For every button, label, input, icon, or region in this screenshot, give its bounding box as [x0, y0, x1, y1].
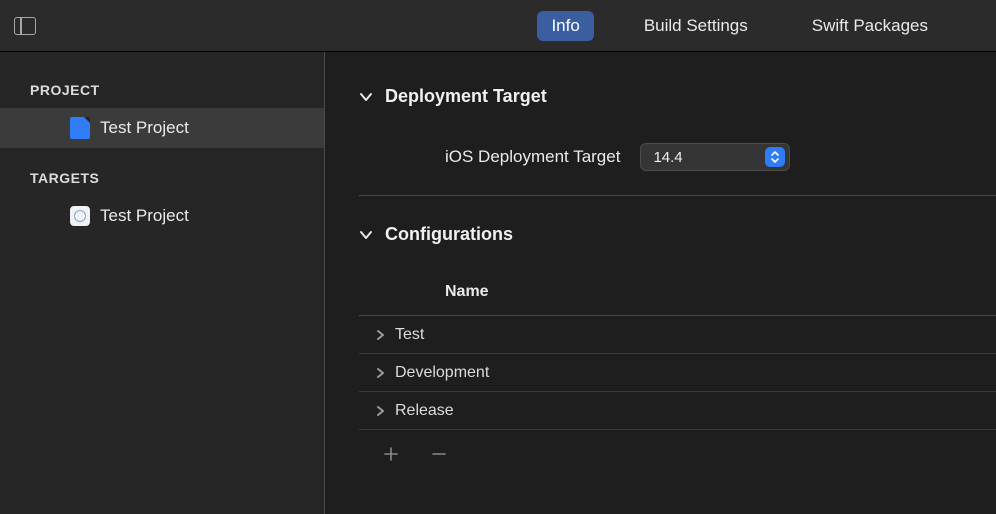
- deployment-target-row: iOS Deployment Target 14.4: [325, 107, 996, 195]
- config-name: Development: [395, 364, 489, 382]
- main-split: PROJECT Test Project TARGETS Test Projec…: [0, 52, 996, 514]
- chevron-right-icon: [375, 367, 385, 379]
- add-configuration-button[interactable]: [381, 442, 401, 468]
- section-title: Configurations: [385, 224, 513, 245]
- table-row[interactable]: Release: [359, 392, 996, 430]
- section-header-deployment[interactable]: Deployment Target: [325, 86, 996, 107]
- configurations-table: Name Test Development: [325, 245, 996, 468]
- toolbar: Info Build Settings Swift Packages: [0, 0, 996, 52]
- divider: [359, 195, 996, 196]
- section-title: Deployment Target: [385, 86, 547, 107]
- table-column-name: Name: [359, 273, 996, 316]
- tab-build-settings[interactable]: Build Settings: [630, 11, 762, 41]
- sidebar-section-targets: TARGETS: [0, 162, 324, 196]
- sidebar: PROJECT Test Project TARGETS Test Projec…: [0, 52, 325, 514]
- table-row[interactable]: Development: [359, 354, 996, 392]
- remove-configuration-button[interactable]: [429, 442, 449, 468]
- deployment-target-combobox[interactable]: 14.4: [640, 143, 790, 171]
- tab-swift-packages[interactable]: Swift Packages: [798, 11, 942, 41]
- config-name: Release: [395, 402, 454, 420]
- sidebar-item-label: Test Project: [100, 206, 189, 226]
- config-row-actions: [325, 430, 996, 468]
- section-configurations: Configurations Name Test Development: [325, 214, 996, 486]
- toggle-sidebar-icon[interactable]: [14, 17, 36, 35]
- section-header-configurations[interactable]: Configurations: [325, 224, 996, 245]
- chevron-right-icon: [375, 329, 385, 341]
- app-target-icon: [70, 206, 90, 226]
- config-name: Test: [395, 326, 424, 344]
- tab-info[interactable]: Info: [537, 11, 593, 41]
- dropdown-chevrons-icon: [765, 147, 785, 167]
- deployment-target-value: 14.4: [653, 149, 682, 166]
- section-deployment-target: Deployment Target iOS Deployment Target …: [325, 76, 996, 214]
- table-row[interactable]: Test: [359, 316, 996, 354]
- content-area: Deployment Target iOS Deployment Target …: [325, 52, 996, 514]
- sidebar-section-project: PROJECT: [0, 74, 324, 108]
- toolbar-left: [14, 17, 36, 35]
- chevron-down-icon: [359, 228, 373, 242]
- project-file-icon: [70, 117, 90, 139]
- deployment-target-label: iOS Deployment Target: [445, 147, 620, 167]
- chevron-down-icon: [359, 90, 373, 104]
- sidebar-item-project[interactable]: Test Project: [0, 108, 324, 148]
- sidebar-item-label: Test Project: [100, 118, 189, 138]
- sidebar-item-target[interactable]: Test Project: [0, 196, 324, 236]
- editor-tabs: Info Build Settings Swift Packages: [537, 11, 942, 41]
- chevron-right-icon: [375, 405, 385, 417]
